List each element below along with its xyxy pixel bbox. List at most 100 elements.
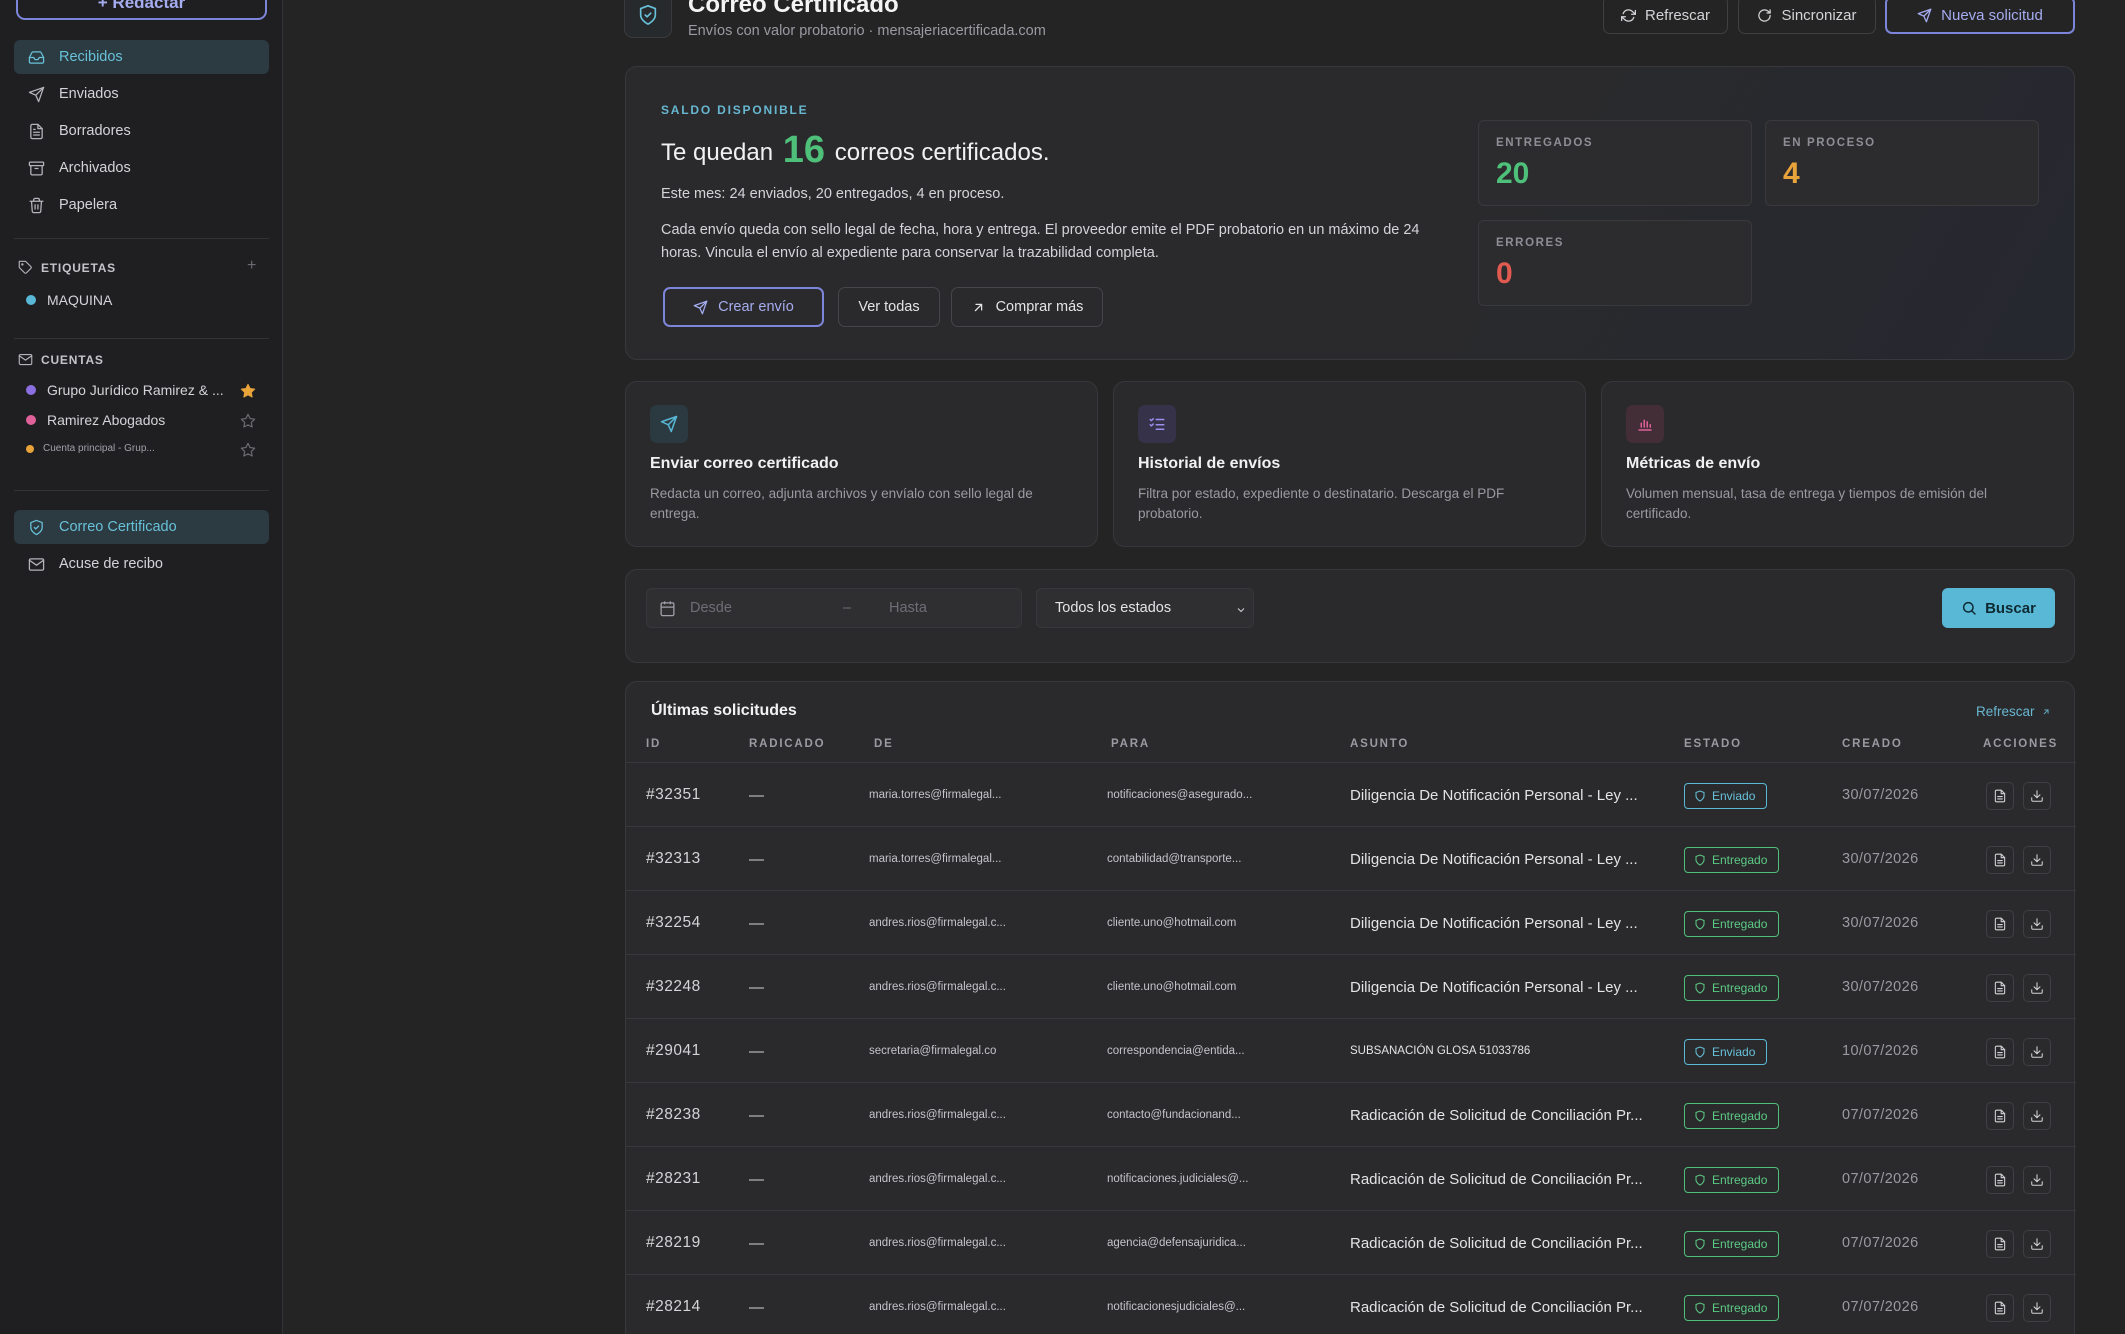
- feature-card-send[interactable]: Enviar correo certificado Redacta un cor…: [625, 381, 1098, 547]
- star-outline-icon[interactable]: [240, 442, 256, 458]
- feature-card-history[interactable]: Historial de envíos Filtra por estado, e…: [1113, 381, 1586, 547]
- sidebar-item-trash[interactable]: Papelera: [14, 188, 269, 222]
- table-row[interactable]: #28214 — andres.rios@firmalegal.c... notifi…: [626, 1274, 2076, 1334]
- cell-created: 10/07/2026: [1842, 1043, 1919, 1059]
- cell-from: secretaria@firmalegal.co: [869, 1045, 997, 1057]
- shield-icon: [1695, 1238, 1705, 1250]
- table-row[interactable]: #32313 — maria.torres@firmalegal... contabi…: [626, 826, 2076, 890]
- page-title-icon: [624, 0, 672, 38]
- table-row[interactable]: #32254 — andres.rios@firmalegal.c... client…: [626, 890, 2076, 954]
- cell-created: 07/07/2026: [1842, 1235, 1919, 1251]
- sync-button[interactable]: Sincronizar: [1738, 0, 1876, 34]
- cell-to: correspondencia@entida...: [1107, 1045, 1245, 1057]
- cell-id: #28231: [646, 1170, 701, 1187]
- view-pdf-button[interactable]: [1986, 846, 2014, 874]
- cell-subject: SUBSANACIÓN GLOSA 51033786: [1350, 1045, 1531, 1057]
- table-row[interactable]: #32351 — maria.torres@firmalegal... notific…: [626, 762, 2076, 826]
- cell-radicado: —: [749, 1106, 764, 1124]
- status-select[interactable]: Todos los estados: [1036, 588, 1254, 628]
- sidebar: + Redactar Recibidos Enviados Borradores…: [0, 0, 283, 1334]
- date-range-input[interactable]: Desde – Hasta: [646, 588, 1022, 628]
- cell-subject: Diligencia De Notificación Personal - Le…: [1350, 978, 1638, 996]
- sidebar-item-sent[interactable]: Enviados: [14, 77, 269, 111]
- account-color-dot: [26, 415, 36, 425]
- table-row[interactable]: #28238 — andres.rios@firmalegal.c... contac…: [626, 1082, 2076, 1146]
- compose-button[interactable]: + Redactar: [16, 0, 267, 20]
- table-refresh-link[interactable]: Refrescar: [1976, 704, 2051, 719]
- status-badge: Enviado: [1684, 1039, 1768, 1065]
- shield-icon: [1695, 854, 1705, 866]
- shield-icon: [639, 5, 657, 25]
- account-name: Ramirez Abogados: [47, 412, 166, 428]
- star-outline-icon[interactable]: [240, 413, 256, 429]
- add-label-button[interactable]: +: [247, 257, 256, 275]
- table-row[interactable]: #28219 — andres.rios@firmalegal.c... agenci…: [626, 1210, 2076, 1274]
- view-pdf-button[interactable]: [1986, 910, 2014, 938]
- balance-card: SALDO DISPONIBLE Te quedan 16 correos ce…: [625, 66, 2075, 360]
- search-button[interactable]: Buscar: [1942, 588, 2055, 628]
- inbox-icon: [28, 50, 45, 64]
- status-badge: Enviado: [1684, 783, 1768, 809]
- download-button[interactable]: [2023, 1230, 2051, 1258]
- cell-radicado: —: [749, 978, 764, 996]
- download-icon: [2031, 1110, 2043, 1122]
- view-pdf-button[interactable]: [1986, 782, 2014, 810]
- view-all-button[interactable]: Ver todas: [838, 287, 940, 327]
- buy-more-button[interactable]: Comprar más: [951, 287, 1103, 327]
- download-button[interactable]: [2023, 1294, 2051, 1322]
- cell-from: maria.torres@firmalegal...: [869, 853, 1002, 865]
- column-header-acciones: ACCIONES: [1983, 738, 2059, 750]
- table-row[interactable]: #32248 — andres.rios@firmalegal.c... client…: [626, 954, 2076, 1018]
- feature-description: Volumen mensual, tasa de entrega y tiemp…: [1626, 486, 1987, 521]
- view-pdf-button[interactable]: [1986, 1230, 2014, 1258]
- view-pdf-button[interactable]: [1986, 1166, 2014, 1194]
- download-button[interactable]: [2023, 846, 2051, 874]
- cell-id: #28238: [646, 1106, 701, 1123]
- cell-to: contacto@fundacionand...: [1107, 1109, 1241, 1121]
- label-item-maquina[interactable]: MAQUINA: [26, 292, 112, 308]
- view-pdf-button[interactable]: [1986, 1294, 2014, 1322]
- column-header-radicado: RADICADO: [749, 738, 826, 750]
- view-pdf-button[interactable]: [1986, 1038, 2014, 1066]
- download-icon: [2031, 1174, 2043, 1186]
- star-filled-icon[interactable]: [240, 383, 256, 399]
- refresh-button[interactable]: Refrescar: [1603, 0, 1728, 34]
- table-row[interactable]: #28231 — andres.rios@firmalegal.c... notifi…: [626, 1146, 2076, 1210]
- cell-to: notificaciones@asegurado...: [1107, 789, 1253, 801]
- cell-id: #28219: [646, 1234, 701, 1251]
- filter-bar: Desde – Hasta Todos los estados Buscar: [625, 569, 2075, 663]
- feature-card-metrics[interactable]: Métricas de envío Volumen mensual, tasa …: [1601, 381, 2074, 547]
- sidebar-item-archived[interactable]: Archivados: [14, 151, 269, 185]
- cell-subject: Radicación de Solicitud de Conciliación …: [1350, 1106, 1643, 1124]
- arrow-up-right-icon: [2043, 709, 2049, 714]
- cell-from: andres.rios@firmalegal.c...: [869, 917, 1006, 929]
- download-button[interactable]: [2023, 1038, 2051, 1066]
- mail-icon: [18, 353, 33, 366]
- create-shipment-button[interactable]: Crear envío: [663, 287, 824, 327]
- new-request-button[interactable]: Nueva solicitud: [1885, 0, 2075, 34]
- download-button[interactable]: [2023, 782, 2051, 810]
- sidebar-item-drafts[interactable]: Borradores: [14, 114, 269, 148]
- feature-description: Redacta un correo, adjunta archivos y en…: [650, 486, 1033, 521]
- cell-created: 07/07/2026: [1842, 1107, 1919, 1123]
- download-button[interactable]: [2023, 974, 2051, 1002]
- sidebar-item-certified-mail[interactable]: Correo Certificado: [14, 510, 269, 544]
- table-row[interactable]: #29041 — secretaria@firmalegal.co correspon…: [626, 1018, 2076, 1082]
- view-pdf-button[interactable]: [1986, 1102, 2014, 1130]
- sidebar-item-inbox[interactable]: Recibidos: [14, 40, 269, 74]
- download-button[interactable]: [2023, 910, 2051, 938]
- download-button[interactable]: [2023, 1166, 2051, 1194]
- account-item[interactable]: Cuenta principal - Grup...: [26, 443, 155, 454]
- document-icon: [1994, 981, 2006, 995]
- remaining-count: 16: [782, 129, 826, 171]
- account-item[interactable]: Grupo Jurídico Ramirez & ...: [26, 382, 224, 398]
- view-pdf-button[interactable]: [1986, 974, 2014, 1002]
- download-button[interactable]: [2023, 1102, 2051, 1130]
- account-item[interactable]: Ramirez Abogados: [26, 412, 165, 428]
- sidebar-item-receipt[interactable]: Acuse de recibo: [14, 547, 269, 581]
- send-icon: [693, 300, 708, 314]
- column-header-creado: CREADO: [1842, 738, 1903, 750]
- send-icon: [28, 86, 45, 102]
- cell-subject: Radicación de Solicitud de Conciliación …: [1350, 1170, 1643, 1188]
- date-from-placeholder: Desde: [690, 600, 732, 616]
